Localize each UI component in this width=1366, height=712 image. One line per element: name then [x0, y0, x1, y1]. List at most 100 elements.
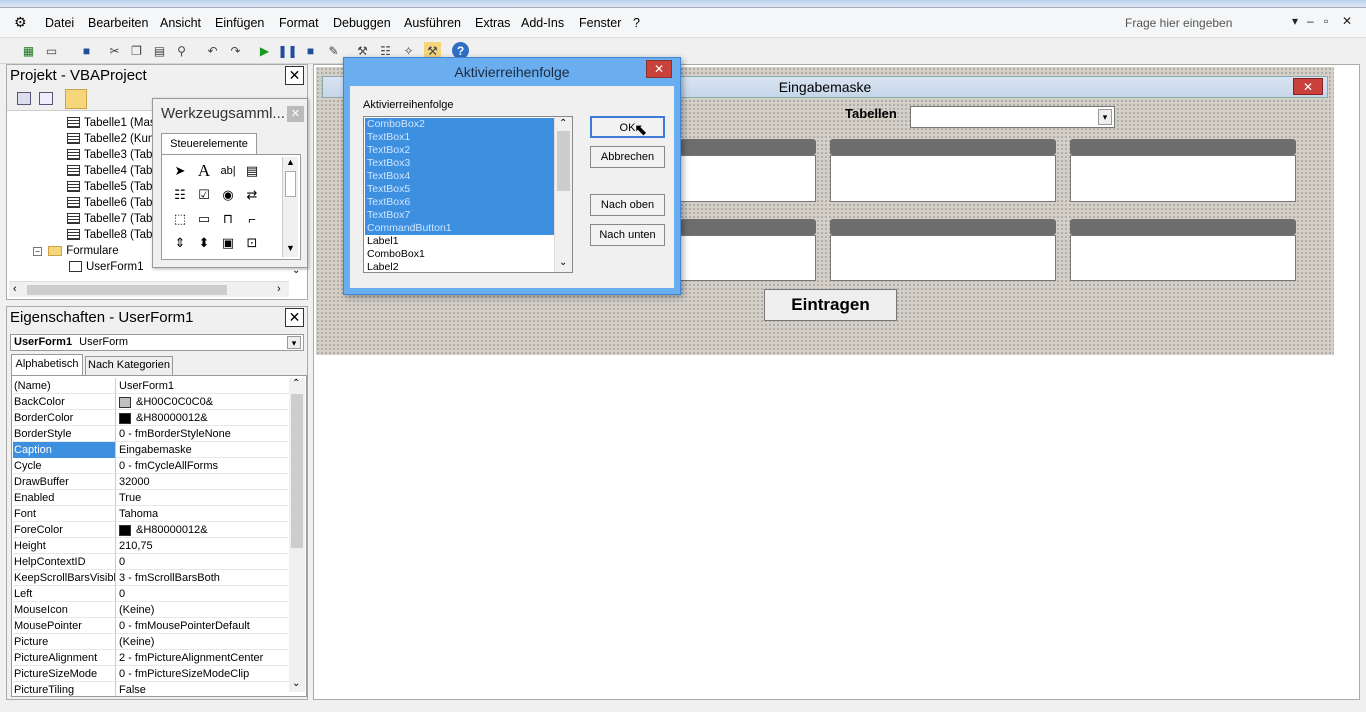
header-bar[interactable] [830, 219, 1056, 235]
run-icon[interactable]: ▶ [256, 42, 273, 59]
property-value[interactable]: (Keine) [117, 602, 287, 618]
property-row[interactable]: HelpContextID 0 [13, 554, 289, 570]
refedit-tool-icon[interactable]: ⊡ [242, 233, 262, 253]
combobox-tool-icon[interactable]: ▤ [242, 161, 262, 181]
list-scrollbar[interactable]: ⌃ ⌄ [554, 117, 572, 272]
scroll-up-icon[interactable]: ⌃ [559, 118, 567, 129]
insert-userform-icon[interactable]: ▭ [43, 42, 60, 59]
property-row[interactable]: BackColor &H00C0C0C0& [13, 394, 289, 410]
frame-tool-icon[interactable]: ⬚ [170, 209, 190, 229]
menu-bearbeiten[interactable]: Bearbeiten [88, 16, 148, 30]
paste-icon[interactable]: ▤ [151, 42, 168, 59]
close-icon[interactable]: ✕ [1342, 14, 1352, 28]
property-value[interactable]: Eingabemaske [117, 442, 287, 458]
scroll-thumb[interactable] [291, 394, 303, 548]
menu-addins[interactable]: Add-Ins [521, 16, 564, 30]
property-row[interactable]: PictureSizeMode 0 - fmPictureSizeModeClip [13, 666, 289, 682]
image-tool-icon[interactable]: ▣ [218, 233, 238, 253]
header-bar[interactable] [1070, 219, 1296, 235]
dropdown-icon[interactable]: ▾ [1098, 109, 1112, 125]
tab-order-item[interactable]: CommandButton1 [365, 222, 554, 235]
property-value[interactable]: (Keine) [117, 634, 287, 650]
label-tabellen[interactable]: Tabellen [845, 106, 897, 121]
project-close-button[interactable]: ✕ [285, 66, 304, 85]
header-bar[interactable] [1070, 139, 1296, 155]
tab-order-listbox[interactable]: ⌃ ⌄ ComboBox2 TextBox1 TextBox2 TextBox3 Tex… [363, 116, 573, 273]
tab-order-item[interactable]: Label2 [365, 261, 554, 272]
listbox-tool-icon[interactable]: ☷ [170, 185, 190, 205]
toolbox-close-button[interactable]: ✕ [287, 106, 304, 122]
menu-datei[interactable]: Datei [45, 16, 74, 30]
tab-alphabetisch[interactable]: Alphabetisch [11, 354, 83, 375]
optionbutton-tool-icon[interactable]: ◉ [218, 185, 238, 205]
save-icon[interactable]: ■ [78, 42, 95, 59]
copy-icon[interactable]: ❐ [128, 42, 145, 59]
ok-button[interactable]: OK [590, 116, 665, 138]
label-tool-icon[interactable]: A [194, 161, 214, 181]
textbox[interactable] [1070, 155, 1296, 202]
property-row[interactable]: KeepScrollBarsVisible 3 - fmScrollBarsBot… [13, 570, 289, 586]
property-value[interactable]: 210,75 [117, 538, 287, 554]
textbox-tool-icon[interactable]: ab| [218, 161, 238, 181]
scroll-down-icon[interactable]: ⌄ [559, 257, 567, 268]
togglebutton-tool-icon[interactable]: ⇄ [242, 185, 262, 205]
property-row[interactable]: Picture (Keine) [13, 634, 289, 650]
tab-order-item[interactable]: TextBox2 [365, 144, 554, 157]
property-row[interactable]: Caption Eingabemaske [13, 442, 289, 458]
scroll-left-icon[interactable]: ‹ [13, 283, 17, 295]
property-value[interactable]: 2 - fmPictureAlignmentCenter [117, 650, 287, 666]
tree-sheet-6[interactable]: Tabelle6 (Tab [67, 197, 152, 209]
multipage-tool-icon[interactable]: ⌐ [242, 209, 262, 229]
header-bar[interactable] [680, 139, 816, 155]
tree-sheet-1[interactable]: Tabelle1 (Mas [67, 117, 156, 129]
minimize-icon[interactable]: – [1307, 14, 1314, 28]
help-search-input[interactable]: Frage hier eingeben [1125, 16, 1290, 34]
property-row[interactable]: MouseIcon (Keine) [13, 602, 289, 618]
tab-order-item[interactable]: TextBox7 [365, 209, 554, 222]
object-selector[interactable]: UserForm1 UserForm ▾ [10, 334, 304, 351]
tab-order-item[interactable]: ComboBox1 [365, 248, 554, 261]
scroll-right-icon[interactable]: › [277, 283, 281, 295]
property-row[interactable]: MousePointer 0 - fmMousePointerDefault [13, 618, 289, 634]
tree-sheet-4[interactable]: Tabelle4 (Tab [67, 165, 152, 177]
property-row[interactable]: (Name) UserForm1 [13, 378, 289, 394]
menu-ansicht[interactable]: Ansicht [160, 16, 201, 30]
spinbutton-tool-icon[interactable]: ⬍ [194, 233, 214, 253]
property-value[interactable]: &H80000012& [117, 522, 287, 538]
property-row[interactable]: Enabled True [13, 490, 289, 506]
tab-order-item[interactable]: TextBox5 [365, 183, 554, 196]
toggle-folders-icon[interactable] [65, 89, 87, 109]
commandbutton-tool-icon[interactable]: ▭ [194, 209, 214, 229]
scroll-up-icon[interactable]: ▲ [286, 157, 295, 167]
excel-icon[interactable]: ▦ [20, 42, 37, 59]
menu-einfuegen[interactable]: Einfügen [215, 16, 264, 30]
menu-format[interactable]: Format [279, 16, 319, 30]
textbox[interactable] [830, 235, 1056, 281]
tabellen-combobox[interactable]: ▾ [910, 106, 1115, 128]
scroll-up-icon[interactable]: ⌃ [292, 378, 300, 389]
app-icon[interactable]: ⚙ [14, 14, 27, 31]
tree-sheet-3[interactable]: Tabelle3 (Tab [67, 149, 152, 161]
tab-order-item[interactable]: Label1 [365, 235, 554, 248]
menu-extras[interactable]: Extras [475, 16, 510, 30]
tab-order-item[interactable]: ComboBox2 [365, 118, 554, 131]
restore-icon[interactable]: ▫ [1324, 14, 1328, 28]
menu-help[interactable]: ? [633, 16, 640, 30]
property-value[interactable]: 3 - fmScrollBarsBoth [117, 570, 287, 586]
project-hscrollbar[interactable]: ‹ › [9, 281, 289, 297]
tab-steuerelemente[interactable]: Steuerelemente [161, 133, 257, 155]
dropdown-icon[interactable]: ▾ [287, 336, 301, 349]
menu-fenster[interactable]: Fenster [579, 16, 621, 30]
textbox[interactable] [1070, 235, 1296, 281]
properties-close-button[interactable]: ✕ [285, 308, 304, 327]
property-value[interactable]: 0 - fmMousePointerDefault [117, 618, 287, 634]
tree-folder-formulare[interactable]: − Formulare [33, 245, 119, 257]
tab-order-item[interactable]: TextBox6 [365, 196, 554, 209]
tab-order-item[interactable]: TextBox4 [365, 170, 554, 183]
property-value[interactable]: UserForm1 [117, 378, 287, 394]
header-bar[interactable] [830, 139, 1056, 155]
find-icon[interactable]: ⚲ [173, 42, 190, 59]
dialog-close-button[interactable]: ✕ [646, 60, 672, 78]
checkbox-tool-icon[interactable]: ☑ [194, 185, 214, 205]
property-row[interactable]: Left 0 [13, 586, 289, 602]
